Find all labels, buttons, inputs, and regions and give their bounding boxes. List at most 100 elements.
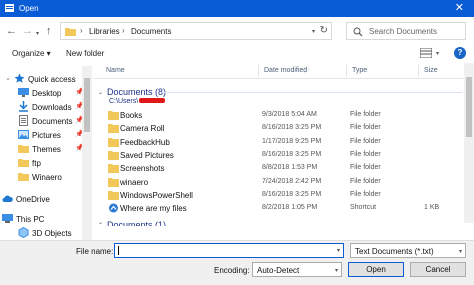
file-row[interactable]: Camera Roll 8/16/2018 3:25 PM File folder	[94, 122, 464, 134]
shortcut-icon	[109, 203, 118, 213]
breadcrumb-documents[interactable]: Documents	[131, 27, 171, 36]
address-bar[interactable]: › Libraries › Documents ▾ ↻	[60, 22, 332, 40]
group-collapse-icon[interactable]: ⌄	[98, 219, 103, 226]
file-row[interactable]: WindowsPowerShell 8/16/2018 3:25 PM File f…	[94, 189, 464, 201]
desktop-icon	[18, 88, 29, 97]
column-name[interactable]: Name	[106, 67, 125, 74]
nav-item-winaero[interactable]: Winaero	[0, 170, 92, 184]
folder-icon	[108, 150, 119, 160]
address-row: ← → ▾ ↑ › Libraries › Documents ▾ ↻ Sear…	[0, 17, 474, 45]
nav-label: Pictures	[32, 131, 61, 140]
group-collapse-icon[interactable]: ⌄	[98, 89, 103, 96]
refresh-icon[interactable]: ↻	[320, 25, 328, 36]
documents-icon	[19, 115, 28, 126]
chevron-down-icon[interactable]: ▾	[459, 248, 462, 255]
nav-item-themes[interactable]: Themes 📌	[0, 142, 92, 156]
pictures-icon	[18, 130, 29, 139]
group-header[interactable]: Documents (8)	[107, 87, 166, 97]
breadcrumb-libraries[interactable]: Libraries	[89, 27, 120, 36]
file-name-input[interactable]: ▾	[114, 243, 344, 258]
scrollbar-thumb[interactable]	[466, 77, 472, 137]
column-divider[interactable]	[346, 65, 347, 77]
column-type[interactable]: Type	[352, 67, 367, 74]
address-dropdown-icon[interactable]: ▾	[312, 28, 315, 35]
nav-label: Downloads	[32, 103, 72, 112]
search-placeholder: Search Documents	[369, 27, 438, 36]
file-name: Books	[120, 111, 143, 120]
file-row[interactable]: Saved Pictures 8/16/2018 3:25 PM File fold…	[94, 149, 464, 161]
search-box[interactable]: Search Documents	[346, 22, 466, 40]
cloud-icon	[2, 195, 13, 202]
chevron-down-icon[interactable]: ▾	[335, 267, 338, 274]
file-row[interactable]: Screenshots 8/8/2018 1:53 PM File folder	[94, 162, 464, 174]
title-bar: Open ✕	[0, 0, 474, 17]
column-size[interactable]: Size	[424, 67, 438, 74]
new-folder-button[interactable]: New folder	[66, 49, 104, 58]
nav-item-ftp[interactable]: ftp	[0, 156, 92, 170]
nav-item-pictures[interactable]: Pictures 📌	[0, 128, 92, 142]
file-type-value: Text Documents (*.txt)	[355, 247, 434, 256]
file-name: FeedbackHub	[120, 137, 170, 147]
nav-label: OneDrive	[16, 195, 50, 204]
nav-scrollbar[interactable]	[82, 66, 92, 240]
file-row[interactable]: Books 9/3/2018 5:04 AM File folder	[94, 109, 464, 121]
file-type: File folder	[350, 150, 381, 158]
organize-button[interactable]: Organize ▾	[12, 49, 51, 58]
nav-item-documents[interactable]: Documents 📌	[0, 114, 92, 128]
file-row[interactable]: Where are my files 8/2/2018 1:05 PM Shortc…	[94, 202, 464, 214]
window-title: Open	[19, 4, 39, 13]
search-icon	[353, 27, 363, 37]
nav-item-onedrive[interactable]: OneDrive	[0, 192, 92, 206]
file-size: 1 KB	[424, 204, 440, 212]
view-dropdown-icon[interactable]: ▾	[436, 50, 439, 57]
nav-item-desktop[interactable]: Desktop 📌	[0, 86, 92, 100]
notepad-icon	[5, 4, 14, 12]
up-arrow-icon[interactable]: ↑	[46, 25, 52, 37]
file-name: winaero	[120, 177, 149, 187]
nav-label: Desktop	[32, 89, 62, 98]
close-icon[interactable]: ✕	[455, 2, 464, 14]
file-name: Saved Pictures	[120, 150, 174, 160]
download-icon	[19, 101, 28, 112]
encoding-label: Encoding:	[214, 266, 250, 275]
nav-item-downloads[interactable]: Downloads 📌	[0, 100, 92, 114]
group-header-2[interactable]: Documents (1)	[107, 220, 166, 226]
nav-label: Documents	[32, 117, 73, 126]
folder-icon	[108, 124, 119, 134]
chevron-down-icon[interactable]: ▾	[337, 247, 340, 254]
encoding-select[interactable]: Auto-Detect ▾	[252, 262, 342, 277]
view-options-icon[interactable]	[420, 48, 432, 58]
chevron-down-icon[interactable]: ⌄	[5, 74, 11, 82]
open-button[interactable]: Open	[348, 262, 404, 277]
nav-item-3d-objects[interactable]: 3D Objects	[0, 226, 92, 240]
file-type-select[interactable]: Text Documents (*.txt) ▾	[350, 243, 466, 258]
nav-label: This PC	[16, 215, 45, 224]
dialog-footer: File name: ▾ Text Documents (*.txt) ▾ En…	[0, 240, 474, 285]
back-arrow-icon[interactable]: ←	[6, 25, 17, 37]
nav-item-quick-access[interactable]: ⌄ Quick access	[0, 72, 92, 86]
column-divider[interactable]	[258, 65, 259, 77]
file-date: 8/8/2018 1:53 PM	[262, 164, 318, 172]
nav-label: Themes	[32, 145, 61, 154]
redaction-mark	[139, 98, 165, 103]
file-list: Name Date modified Type Size ⌄ Documents…	[94, 63, 474, 226]
nav-item-this-pc[interactable]: This PC	[0, 212, 92, 226]
file-type: File folder	[350, 137, 381, 145]
forward-arrow-icon[interactable]: →	[22, 25, 33, 37]
encoding-value: Auto-Detect	[257, 266, 300, 275]
folder-icon	[18, 159, 29, 167]
file-date: 1/17/2018 9:25 PM	[262, 137, 322, 145]
file-type: Shortcut	[350, 204, 377, 212]
file-row[interactable]: winaero 7/24/2018 2:42 PM File folder	[94, 176, 464, 188]
scrollbar-thumb[interactable]	[84, 78, 90, 132]
file-date: 8/2/2018 1:05 PM	[262, 204, 318, 212]
folder-icon	[18, 173, 29, 181]
file-list-scrollbar[interactable]	[464, 63, 474, 223]
file-name: Screenshots	[120, 164, 165, 174]
file-type: File folder	[350, 164, 381, 172]
help-icon[interactable]: ?	[454, 47, 466, 59]
recent-dropdown-icon[interactable]: ▾	[36, 28, 39, 40]
column-divider[interactable]	[418, 65, 419, 77]
file-row[interactable]: FeedbackHub 1/17/2018 9:25 PM File folder	[94, 136, 464, 148]
cancel-button[interactable]: Cancel	[410, 262, 466, 277]
